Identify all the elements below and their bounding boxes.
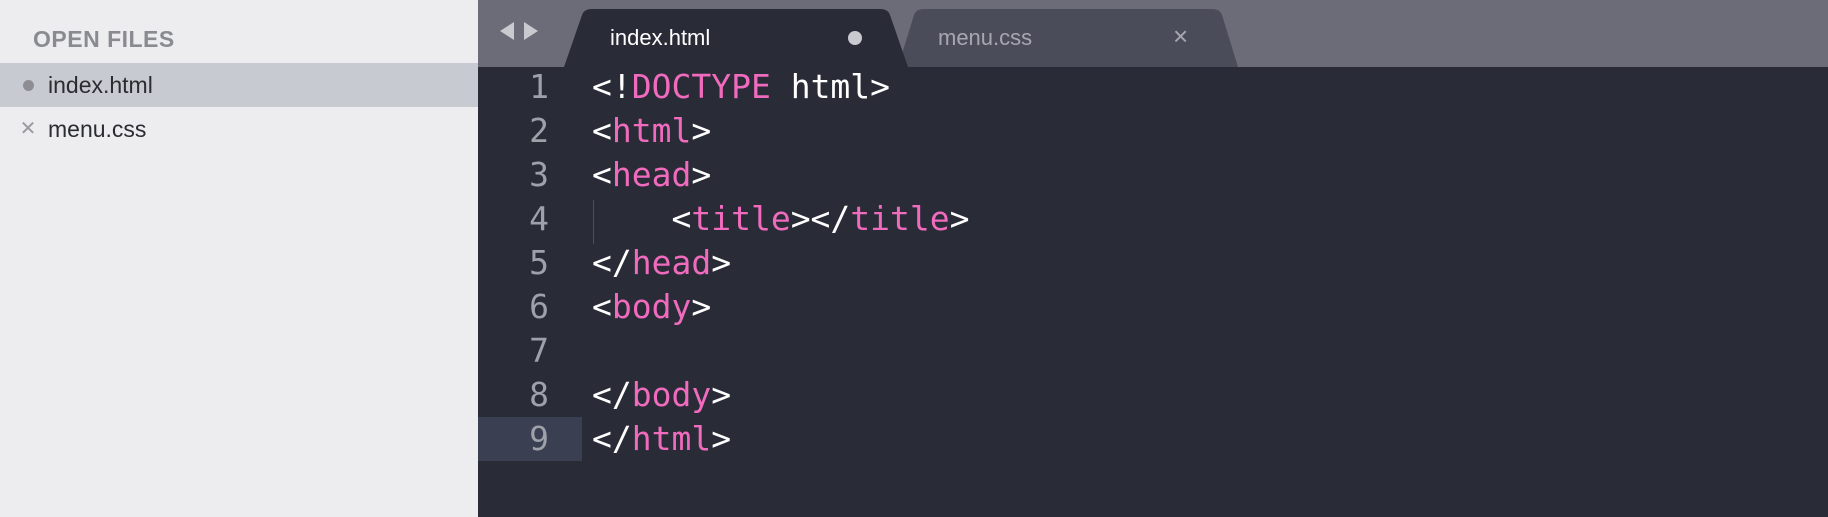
arrow-left-icon[interactable]	[500, 22, 514, 40]
code-punctuation: >	[711, 375, 732, 414]
code-punctuation: >	[949, 199, 970, 238]
line-number: 3	[529, 155, 549, 194]
line-gutter: 1 2 3 4 5 6 7 8 9	[478, 67, 582, 517]
line-number: 1	[529, 67, 549, 106]
line-number-row: 8	[478, 373, 582, 417]
code-punctuation: >	[691, 111, 712, 150]
code-punctuation: <	[592, 155, 612, 194]
tab-navigation	[500, 22, 538, 40]
code-line[interactable]: <title></title>	[592, 197, 970, 241]
code-line[interactable]: <body>	[592, 285, 711, 329]
sidebar-file-label: index.html	[48, 71, 153, 98]
code-tag-name: html	[631, 419, 712, 458]
code-punctuation: <	[592, 199, 692, 238]
line-number: 8	[529, 375, 549, 414]
code-punctuation: >	[711, 419, 732, 458]
code-punctuation: </	[592, 375, 632, 414]
line-number-row: 1	[478, 65, 582, 109]
code-tag-name: body	[631, 375, 712, 414]
code-punctuation: ></	[790, 199, 851, 238]
code-line[interactable]: <html>	[592, 109, 711, 153]
code-tag-name: title	[850, 199, 950, 238]
code-tag-name: title	[691, 199, 791, 238]
line-number-row: 3	[478, 153, 582, 197]
tab-index-html[interactable]: index.html	[564, 9, 908, 67]
line-number-row: 2	[478, 109, 582, 153]
code-tag-name: html	[611, 111, 692, 150]
tab-label: index.html	[610, 25, 711, 50]
code-punctuation: <!	[592, 67, 632, 106]
line-number: 6	[529, 287, 549, 326]
code-punctuation: >	[691, 287, 712, 326]
sidebar-file-index-html[interactable]: index.html	[0, 63, 478, 107]
code-punctuation: </	[592, 243, 632, 282]
modified-dot-icon[interactable]	[848, 31, 862, 45]
code-tag-name: body	[611, 287, 692, 326]
line-number: 5	[529, 243, 549, 282]
code-punctuation: <	[592, 111, 612, 150]
line-number: 2	[529, 111, 549, 150]
line-number-row: 6	[478, 285, 582, 329]
close-icon: ✕	[19, 118, 37, 140]
sidebar-file-menu-css[interactable]: ✕ menu.css	[0, 107, 478, 151]
line-number-row: 4	[478, 197, 582, 241]
line-number: 4	[529, 199, 549, 238]
tab-close-button[interactable]: ×	[1173, 23, 1188, 49]
code-punctuation: </	[592, 419, 632, 458]
code-punctuation: >	[691, 155, 712, 194]
arrow-right-icon[interactable]	[524, 22, 538, 40]
code-tag-name: DOCTYPE	[631, 67, 771, 106]
sidebar-file-label: menu.css	[48, 115, 147, 142]
code-line[interactable]: </html>	[592, 417, 731, 461]
line-number-row: 5	[478, 241, 582, 285]
code-editor[interactable]: 123456789 <!DOCTYPE html> <html> <head> <t…	[478, 67, 1828, 517]
line-number: 9	[529, 419, 549, 458]
code-line[interactable]: <!DOCTYPE html>	[592, 65, 890, 109]
code-line[interactable]: </head>	[592, 241, 731, 285]
tab-menu-css[interactable]: menu.css ×	[898, 9, 1238, 67]
line-number: 7	[529, 331, 549, 370]
sidebar: OPEN FILES index.html ✕ menu.css	[0, 0, 478, 517]
line-number-row: 7	[478, 329, 582, 373]
code-punctuation: html>	[770, 67, 891, 106]
open-files-header: OPEN FILES	[33, 26, 175, 52]
tab-label: menu.css	[938, 25, 1033, 50]
code-tag-name: head	[631, 243, 712, 282]
code-punctuation: <	[592, 287, 612, 326]
code-line[interactable]: </body>	[592, 373, 731, 417]
line-number-row: 9	[478, 417, 582, 461]
code-punctuation: >	[711, 243, 732, 282]
code-line[interactable]: <head>	[592, 153, 711, 197]
code-tag-name: head	[611, 155, 692, 194]
